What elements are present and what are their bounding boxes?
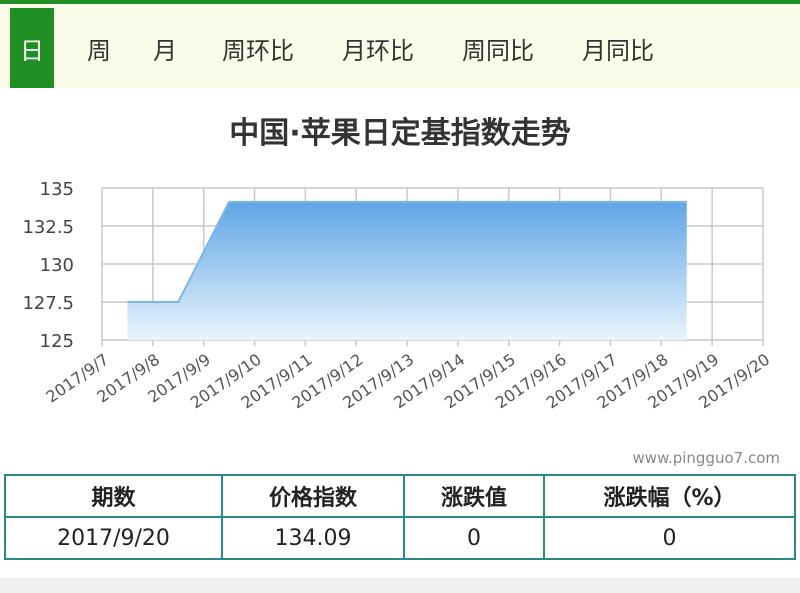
y-tick-label: 135 (40, 179, 74, 200)
chart-title: 中国·苹果日定基指数走势 (229, 116, 571, 151)
table-row: 2017/9/20 134.09 0 0 (4, 516, 796, 560)
tab-month-on-month[interactable]: 月环比 (328, 8, 428, 88)
header-change-percent: 涨跌幅（%） (543, 474, 796, 518)
series-area (127, 201, 687, 340)
tab-month-year-on-year[interactable]: 月同比 (568, 8, 668, 88)
header-price-index: 价格指数 (221, 474, 405, 518)
table-header-row: 期数 价格指数 涨跌值 涨跌幅（%） (4, 474, 796, 518)
cell-change-value: 0 (403, 516, 545, 560)
cell-price-index: 134.09 (221, 516, 405, 560)
period-tab-bar: 日 周 月 周环比 月环比 周同比 月同比 (0, 0, 800, 88)
header-period: 期数 (4, 474, 223, 518)
tab-week[interactable]: 周 (74, 8, 124, 88)
tab-month[interactable]: 月 (140, 8, 190, 88)
y-tick-label: 127.5 (22, 293, 74, 314)
index-area-chart: 135132.5130127.5125 2017/9/72017/9/82017… (22, 179, 773, 412)
tab-week-year-on-year[interactable]: 周同比 (448, 8, 548, 88)
watermark: www.pingguo7.com (632, 449, 780, 467)
y-tick-label: 125 (40, 331, 74, 352)
header-change-value: 涨跌值 (403, 474, 545, 518)
y-tick-label: 130 (40, 255, 74, 276)
footer-strip (0, 578, 800, 593)
tab-week-on-week[interactable]: 周环比 (208, 8, 308, 88)
stats-table: 期数 价格指数 涨跌值 涨跌幅（%） 2017/9/20 134.09 0 0 (4, 474, 796, 560)
cell-change-percent: 0 (543, 516, 796, 560)
cell-period: 2017/9/20 (4, 516, 223, 560)
y-tick-label: 132.5 (22, 217, 74, 238)
tab-day[interactable]: 日 (10, 8, 54, 88)
